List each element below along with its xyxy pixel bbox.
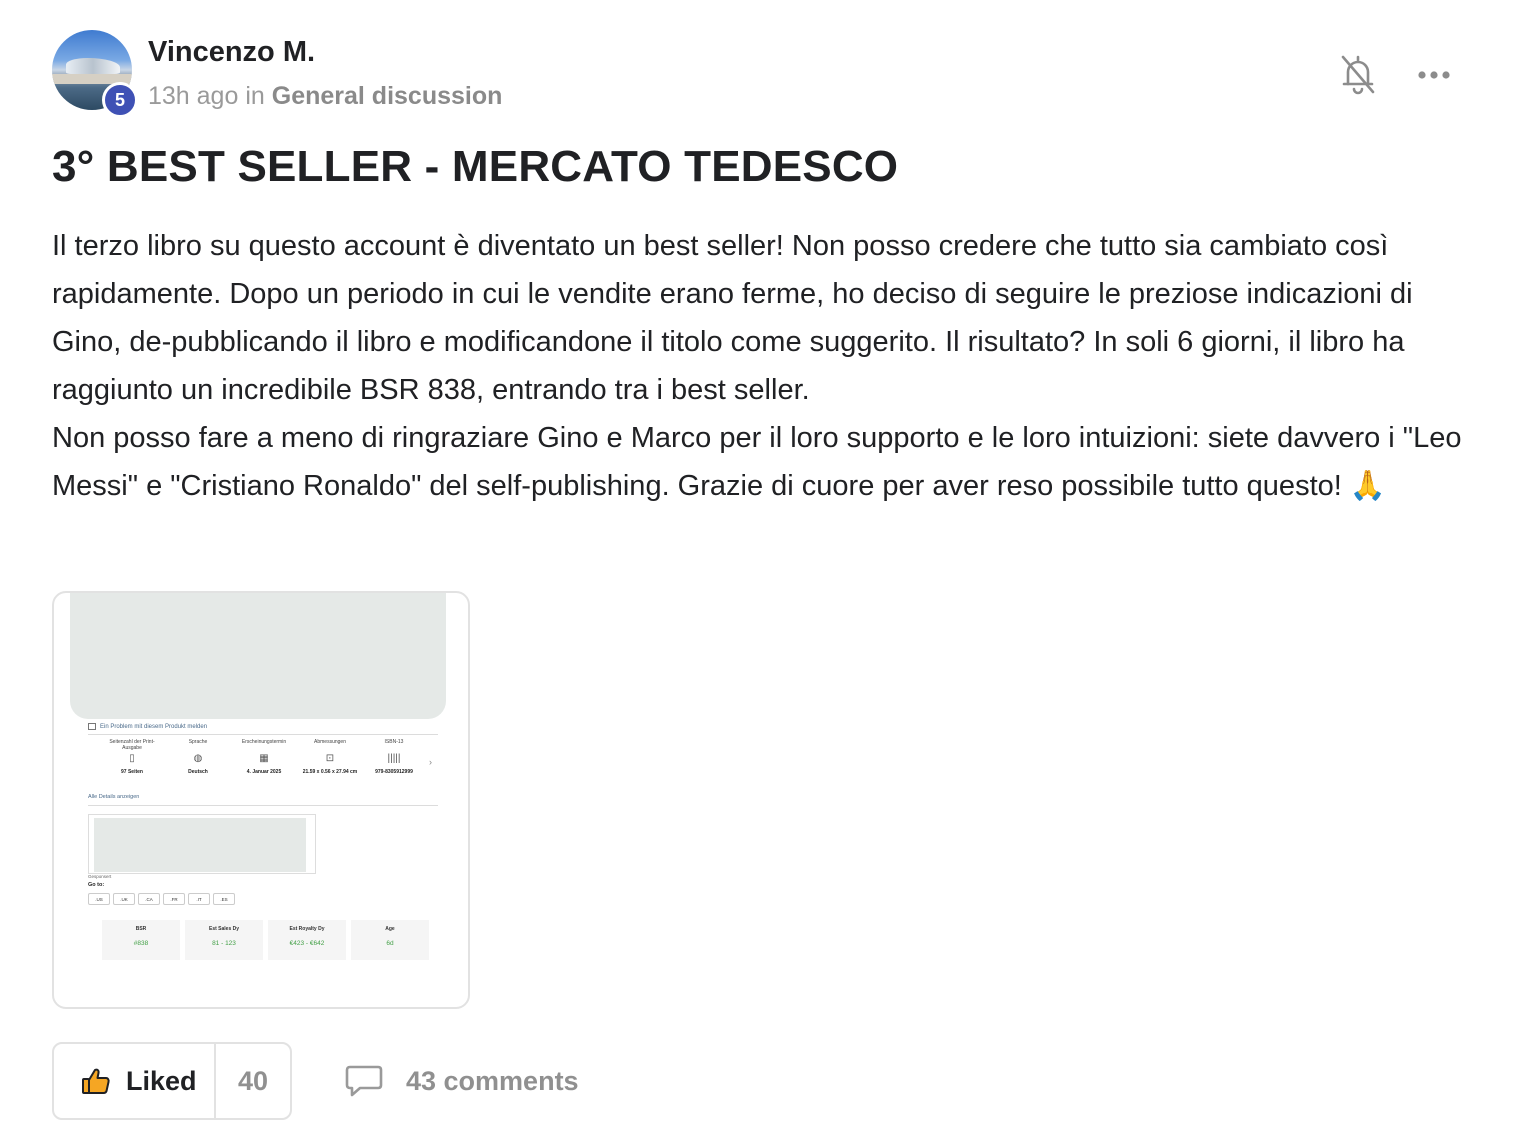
like-label: Liked (126, 1065, 197, 1096)
author-name[interactable]: Vincenzo M. (148, 36, 315, 69)
market-chip: .ES (213, 893, 235, 905)
attachment-image[interactable]: Ein Problem mit diesem Produkt melden Se… (52, 591, 470, 1009)
spec-item: Erscheinungstermin ▦ 4. Januar 2025 (232, 739, 296, 775)
market-chip: .UK (113, 893, 135, 905)
spec-label: Sprache (188, 739, 208, 745)
market-chip: .IT (188, 893, 210, 905)
comment-bubble-icon (345, 1065, 383, 1097)
stat-value: #838 (133, 940, 149, 947)
post-header: 5 Vincenzo M. 13h ago in General discuss… (52, 30, 1472, 120)
stat-key: Est Royalty Dy (289, 926, 325, 932)
redacted-area (70, 593, 446, 719)
carousel-next-icon: › (429, 757, 432, 767)
globe-icon: ◍ (193, 753, 203, 764)
spec-value: 979-8305912999 (375, 769, 413, 775)
redacted-area (94, 818, 306, 872)
stats-row: BSR #838 Est Sales Dy 81 - 123 Est Royal… (102, 920, 429, 960)
spec-value: 97 Seiten (121, 769, 143, 775)
stat-key: BSR (135, 926, 147, 932)
pages-icon: ▯ (129, 753, 135, 764)
spec-label: Erscheinungstermin (241, 739, 287, 745)
spec-label: Seitenzahl der Print-Ausgabe (109, 739, 155, 751)
market-chip: .FR (163, 893, 185, 905)
category-link[interactable]: General discussion (272, 82, 503, 110)
stat-key: Age (385, 926, 395, 932)
spec-item: Seitenzahl der Print-Ausgabe ▯ 97 Seiten (100, 739, 164, 775)
body-paragraph: Il terzo libro su questo account è diven… (52, 230, 1413, 406)
report-link-text: Ein Problem mit diesem Produkt melden (100, 724, 208, 731)
like-control: Liked 40 (52, 1042, 292, 1120)
post-meta-in: in (245, 82, 265, 110)
spec-value: Deutsch (188, 769, 208, 775)
stat-value: 81 - 123 (212, 940, 236, 947)
like-count[interactable]: 40 (216, 1044, 290, 1118)
avatar-scenery (66, 58, 120, 74)
body-paragraph: Non posso fare a meno di ringraziare Gin… (52, 422, 1462, 502)
dimensions-icon: ⊡ (325, 753, 335, 764)
divider (88, 805, 438, 806)
market-list: .US .UK .CA .FR .IT .ES (88, 893, 235, 905)
comments-count: 43 comments (406, 1065, 579, 1096)
stat-card: Est Sales Dy 81 - 123 (185, 920, 263, 960)
sponsored-ad-box (88, 814, 316, 874)
level-badge: 5 (102, 82, 138, 118)
stat-value: 6d (386, 940, 394, 947)
flag-icon (88, 723, 96, 730)
post-meta: 13h ago in General discussion (148, 82, 502, 111)
stat-card: Age 6d (351, 920, 429, 960)
post-body: Il terzo libro su questo account è diven… (52, 222, 1482, 510)
barcode-icon: ||||| (387, 753, 401, 764)
spec-item: Abmessungen ⊡ 21.59 x 0.56 x 27.94 cm (298, 739, 362, 775)
spec-item: Sprache ◍ Deutsch (166, 739, 230, 775)
thumbs-up-icon (82, 1068, 110, 1094)
bell-off-icon[interactable] (1338, 52, 1378, 96)
market-chip: .CA (138, 893, 160, 905)
spec-value: 4. Januar 2025 (246, 769, 282, 775)
stat-card: Est Royalty Dy €423 - €642 (268, 920, 346, 960)
more-options-icon[interactable] (1414, 60, 1454, 90)
spec-label: Abmessungen (314, 739, 346, 745)
report-link: Ein Problem mit diesem Produkt melden (88, 723, 207, 730)
goto-label: Go to: (88, 882, 105, 888)
stat-value: €423 - €642 (289, 940, 325, 947)
calendar-icon: ▦ (259, 753, 269, 764)
stat-key: Est Sales Dy (208, 926, 240, 932)
details-link: Alle Details anzeigen (88, 794, 140, 800)
like-button[interactable]: Liked (54, 1044, 216, 1118)
comments-button[interactable]: 43 comments (344, 1060, 579, 1102)
post-time: 13h ago (148, 82, 239, 110)
divider (88, 734, 438, 735)
spec-item: ISBN-13 ||||| 979-8305912999 (362, 739, 426, 775)
spec-label: ISBN-13 (384, 739, 404, 745)
spec-value: 21.59 x 0.56 x 27.94 cm (302, 769, 358, 775)
sponsored-label: Gesponsert (88, 874, 112, 879)
market-chip: .US (88, 893, 110, 905)
stat-card: BSR #838 (102, 920, 180, 960)
post-title: 3° BEST SELLER - MERCATO TEDESCO (52, 142, 899, 191)
